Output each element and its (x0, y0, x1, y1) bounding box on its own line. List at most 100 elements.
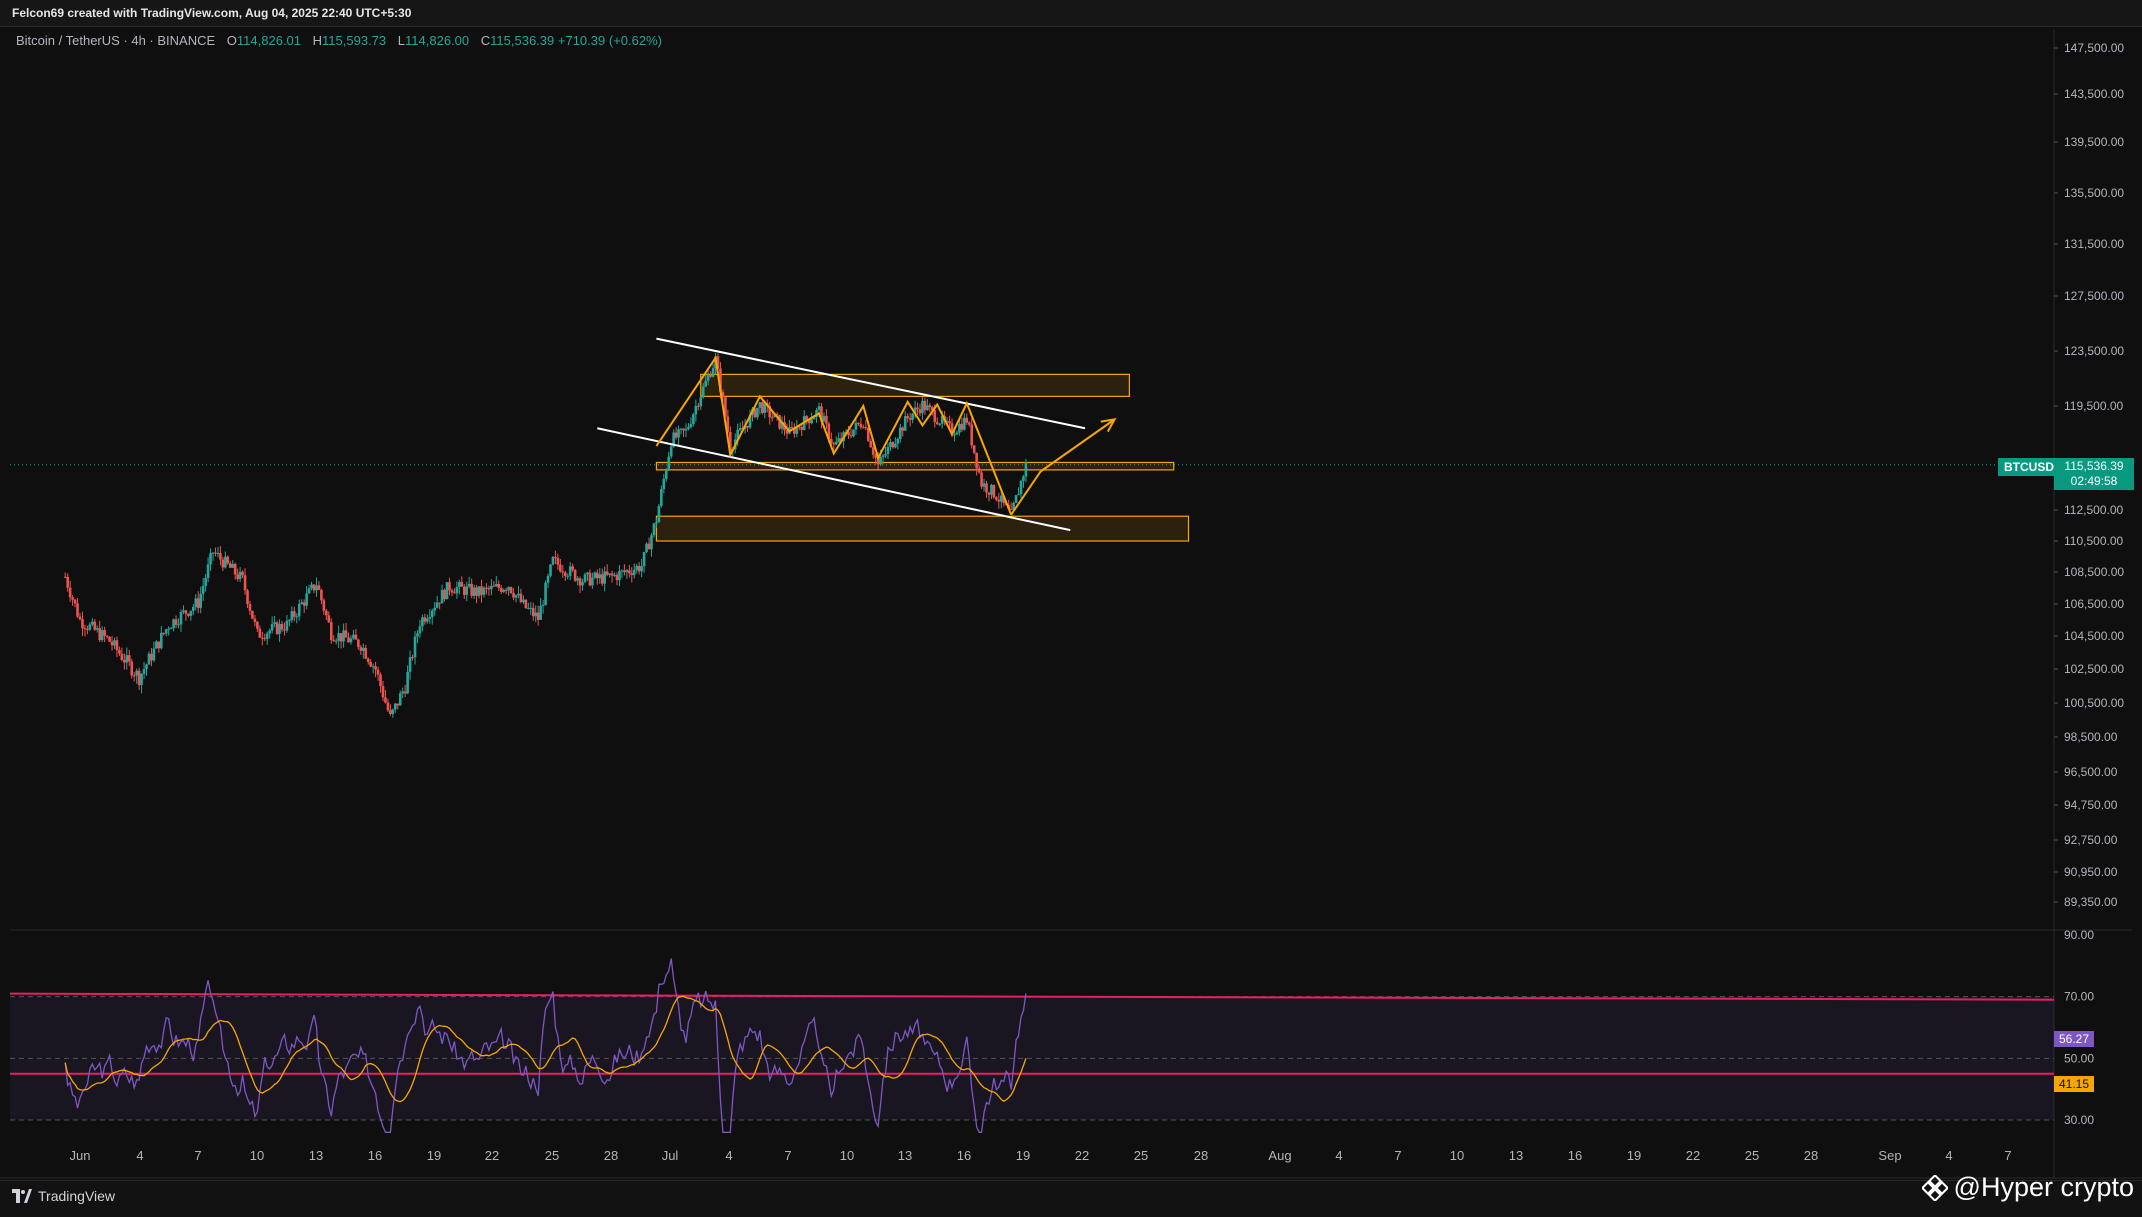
tradingview-brand[interactable]: TradingView (12, 1188, 115, 1204)
candle-body (485, 587, 488, 589)
candle-body (862, 427, 865, 429)
time-tick-label: 4 (1945, 1148, 1952, 1163)
candle-body (706, 375, 710, 381)
candle-body (625, 570, 629, 573)
supply-demand-zone (655, 515, 1190, 542)
time-tick-label: 4 (136, 1148, 143, 1163)
chart-canvas[interactable]: 147,500.00 143,500.00 139,500.00 135,500.00… (0, 0, 2142, 1216)
candle-body (559, 564, 562, 572)
candle-body (918, 409, 922, 414)
candle-body (396, 703, 400, 706)
candle-body (179, 612, 183, 625)
price-tick-label: 110,500.00 (2064, 534, 2123, 548)
time-tick-label: 7 (1394, 1148, 1401, 1163)
candle-body (605, 571, 609, 575)
candle-body (349, 638, 353, 643)
candle-body (182, 610, 185, 613)
candle-body (923, 400, 927, 411)
candle-body (238, 571, 242, 580)
candle-body (995, 497, 998, 500)
candle-body (938, 423, 942, 425)
candle-body (999, 495, 1003, 502)
candle-body (891, 442, 895, 448)
rsi-level-label: 90.00 (2064, 928, 2094, 942)
candle-body (376, 669, 380, 675)
candle-body (817, 406, 821, 410)
candle-body (578, 578, 582, 586)
candle-body (204, 578, 207, 586)
candle-body (492, 585, 496, 587)
candle-body (157, 641, 161, 649)
time-tick-label: Aug (1268, 1148, 1291, 1163)
candle-body (125, 655, 129, 663)
candle-body (684, 428, 688, 431)
candle-body (586, 572, 589, 575)
candle-body (361, 647, 365, 651)
candle-body (145, 664, 148, 670)
candle-body (288, 620, 291, 622)
candle-body (381, 685, 385, 698)
candle-body (677, 429, 680, 438)
candle-body (137, 670, 141, 686)
candle-body (206, 564, 210, 579)
candle-body (539, 605, 542, 620)
candle-body (916, 407, 919, 410)
candle-body (177, 624, 180, 626)
candle-body (142, 669, 146, 674)
candle-body (499, 587, 503, 592)
candle-body (524, 599, 528, 608)
candle-body (453, 592, 456, 594)
candle-body (561, 571, 565, 573)
candle-body (982, 483, 986, 487)
time-tick-label: 25 (1134, 1148, 1148, 1163)
candle-body (852, 429, 855, 437)
candle-body (312, 584, 316, 591)
candle-body (66, 576, 69, 588)
candle-body (329, 622, 333, 641)
candle-body (660, 489, 663, 506)
candle-body (704, 380, 707, 387)
candle-body (246, 590, 249, 605)
rsi-level-label: 30.00 (2064, 1113, 2094, 1127)
candle-body (980, 472, 983, 487)
candle-body (379, 674, 382, 686)
candle-body (911, 413, 914, 420)
chart-frame: { "header": { "title": "Felcon69 created… (0, 0, 2142, 1217)
candle-body (268, 630, 271, 634)
candle-body (162, 632, 166, 634)
candle-body (490, 585, 493, 590)
last-price-value: 115,536.39 (2064, 459, 2124, 473)
candle-body (443, 589, 446, 600)
candle-body (462, 586, 466, 595)
candle-body (591, 577, 594, 586)
candle-body (482, 587, 486, 595)
time-tick-label: 7 (194, 1148, 201, 1163)
price-tick-label: 123,500.00 (2064, 344, 2124, 358)
candle-body (568, 566, 572, 576)
candle-body (588, 572, 592, 586)
candle-body (576, 578, 579, 581)
candle-body (278, 623, 281, 634)
tradingview-logo-icon (12, 1189, 32, 1203)
candle-body (445, 582, 449, 600)
candle-body (118, 650, 121, 654)
candle-body (435, 602, 439, 608)
candle-body (970, 424, 974, 446)
candle-body (295, 616, 299, 618)
candle-body (418, 626, 422, 634)
time-tick-label: 22 (485, 1148, 499, 1163)
candle-body (416, 633, 419, 637)
candle-body (761, 402, 764, 413)
candle-body (960, 423, 964, 430)
candle-body (169, 628, 173, 630)
candle-body (366, 658, 370, 662)
candle-body (692, 414, 695, 424)
candle-body (263, 638, 267, 640)
candle-body (953, 434, 956, 436)
candle-body (147, 653, 151, 665)
binance-diamond-icon (1921, 1174, 1948, 1201)
footer-bar (0, 1180, 2142, 1217)
candle-body (967, 422, 971, 425)
candle-body (832, 443, 836, 445)
candle-body (391, 709, 395, 715)
